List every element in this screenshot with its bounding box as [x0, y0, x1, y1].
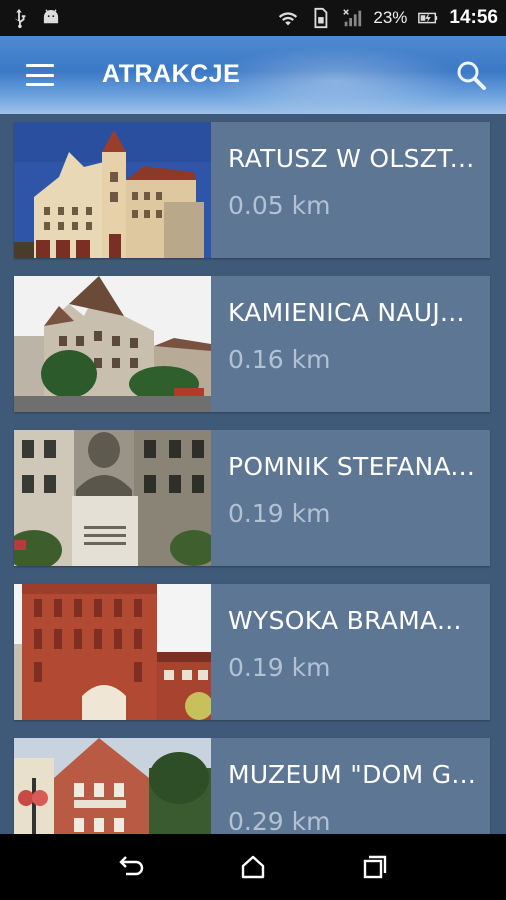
- recents-icon[interactable]: [355, 847, 395, 887]
- signal-icon: [341, 7, 363, 29]
- attraction-distance: 0.29 km: [228, 807, 331, 834]
- attraction-card-wysoka-brama[interactable]: WYSOKA BRAMA... 0.19 km: [14, 584, 490, 720]
- attractions-list: RATUSZ W OLSZT... 0.05 km KAMIENICA NAUJ…: [0, 114, 506, 834]
- attraction-title: WYSOKA BRAMA...: [228, 606, 462, 635]
- attraction-title: KAMIENICA NAUJ...: [228, 298, 465, 327]
- attraction-distance: 0.19 km: [228, 499, 331, 528]
- app-bar: ATRAKCJE: [0, 36, 506, 114]
- status-left: [8, 7, 62, 29]
- attraction-title: POMNIK STEFANA...: [228, 452, 476, 481]
- page-title: ATRAKCJE: [102, 60, 241, 88]
- card-text: WYSOKA BRAMA... 0.19 km: [211, 584, 490, 720]
- attraction-card-muzeum[interactable]: MUZEUM "DOM G... 0.29 km: [14, 738, 490, 834]
- attraction-card-ratusz[interactable]: RATUSZ W OLSZT... 0.05 km: [14, 122, 490, 258]
- card-text: KAMIENICA NAUJ... 0.16 km: [211, 276, 490, 412]
- usb-icon: [8, 7, 30, 29]
- attraction-title: RATUSZ W OLSZT...: [228, 144, 475, 173]
- battery-icon: [417, 7, 439, 29]
- attraction-distance: 0.19 km: [228, 653, 331, 682]
- card-text: POMNIK STEFANA... 0.19 km: [211, 430, 490, 566]
- status-bar: 23% 14:56: [0, 0, 506, 36]
- attraction-card-pomnik[interactable]: POMNIK STEFANA... 0.19 km: [14, 430, 490, 566]
- clock: 14:56: [449, 7, 498, 28]
- battery-percent: 23%: [373, 8, 408, 27]
- attraction-distance: 0.05 km: [228, 191, 331, 220]
- attraction-thumbnail: [14, 738, 211, 834]
- navigation-bar: [0, 834, 506, 900]
- attraction-thumbnail: [14, 122, 211, 258]
- sim-card-icon: [309, 7, 331, 29]
- status-right: 23% 14:56: [277, 7, 498, 29]
- hamburger-menu-icon[interactable]: [26, 64, 54, 86]
- attraction-thumbnail: [14, 276, 211, 412]
- wifi-icon: [277, 7, 299, 29]
- attraction-card-kamienica[interactable]: KAMIENICA NAUJ... 0.16 km: [14, 276, 490, 412]
- attraction-thumbnail: [14, 584, 211, 720]
- back-icon[interactable]: [111, 847, 151, 887]
- attraction-thumbnail: [14, 430, 211, 566]
- android-icon: [40, 7, 62, 29]
- attraction-distance: 0.16 km: [228, 345, 331, 374]
- home-icon[interactable]: [233, 847, 273, 887]
- card-text: RATUSZ W OLSZT... 0.05 km: [211, 122, 490, 258]
- card-text: MUZEUM "DOM G... 0.29 km: [211, 738, 490, 834]
- attraction-title: MUZEUM "DOM G...: [228, 760, 477, 789]
- search-icon[interactable]: [454, 58, 488, 92]
